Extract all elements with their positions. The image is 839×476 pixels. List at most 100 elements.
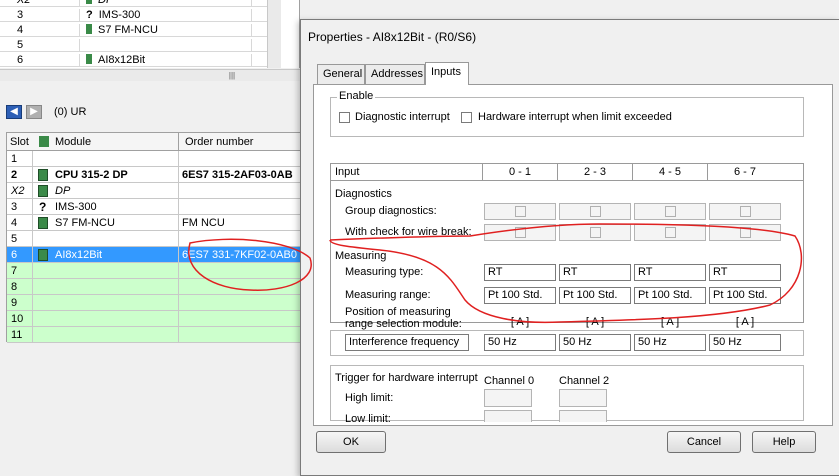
measuring-type-label: Measuring type: [345, 266, 424, 278]
high-limit-ch2-field[interactable] [559, 389, 607, 407]
group-diagnostics-cell [709, 203, 781, 220]
input-parameter-grid: Input 0 - 1 2 - 3 4 - 5 6 - 7 Diagnostic… [330, 163, 804, 330]
dialog-title: Properties - AI8x12Bit - (R0/S6) [308, 30, 477, 44]
channel-header: 6 - 7 [734, 166, 757, 178]
low-limit-ch0-field[interactable] [484, 410, 532, 422]
module-icon [38, 249, 48, 261]
question-icon: ? [39, 200, 47, 214]
inputs-panel: Enable Diagnostic interrupt Hardware int… [313, 84, 833, 426]
table-row[interactable]: X2 DP [7, 183, 303, 199]
list-item[interactable]: 3 ? IMS-300 [0, 9, 280, 22]
range-module-position: [ A ] [510, 316, 530, 328]
tab-addresses[interactable]: Addresses [365, 64, 425, 84]
table-row[interactable]: 8 [7, 279, 303, 295]
rack-label: (0) UR [54, 106, 87, 118]
group-diagnostics-checkbox[interactable] [515, 206, 526, 217]
cancel-button[interactable]: Cancel [667, 431, 741, 453]
measuring-type-field[interactable]: RT [484, 264, 556, 281]
frequency-field[interactable]: 50 Hz [709, 334, 781, 351]
table-row[interactable]: 3 ? IMS-300 [7, 199, 303, 215]
low-limit-ch2-field[interactable] [559, 410, 607, 422]
range-module-position: [ A ] [660, 316, 680, 328]
column-header-order[interactable]: Order number [185, 136, 253, 148]
table-row[interactable]: 5 [7, 231, 303, 247]
table-row-selected[interactable]: 6 AI8x12Bit 6ES7 331-7KF02-0AB0 [7, 247, 303, 263]
high-limit-label: High limit: [345, 392, 394, 404]
diagnostics-label: Diagnostics [335, 188, 392, 200]
hardware-interrupt-label: Hardware interrupt when limit exceeded [478, 111, 672, 123]
wire-break-checkbox[interactable] [665, 227, 676, 238]
module-icon [86, 54, 92, 64]
measuring-type-field[interactable]: RT [709, 264, 781, 281]
grid-header: Input 0 - 1 2 - 3 4 - 5 6 - 7 [331, 164, 803, 181]
group-diagnostics-cell [484, 203, 556, 220]
range-module-position: [ A ] [735, 316, 755, 328]
rack-table-header: Slot Module Order number [7, 133, 303, 151]
list-item[interactable]: X2 DP [0, 0, 280, 7]
table-row[interactable]: 10 [7, 311, 303, 327]
forward-arrow-icon[interactable]: ▶ [26, 105, 42, 119]
group-diagnostics-checkbox[interactable] [740, 206, 751, 217]
table-row[interactable]: 1 [7, 151, 303, 167]
group-diagnostics-checkbox[interactable] [665, 206, 676, 217]
measuring-range-field[interactable]: Pt 100 Std. [634, 287, 706, 304]
hardware-interrupt-checkbox[interactable] [461, 112, 472, 123]
module-icon [39, 136, 49, 147]
diagnostic-interrupt-label: Diagnostic interrupt [355, 111, 450, 123]
diagnostic-interrupt-checkbox[interactable] [339, 112, 350, 123]
module-icon [86, 0, 92, 4]
table-row[interactable]: 4 S7 FM-NCU FM NCU [7, 215, 303, 231]
group-diagnostics-checkbox[interactable] [590, 206, 601, 217]
range-module-position: [ A ] [585, 316, 605, 328]
module-icon [86, 24, 92, 34]
channel-header: 2 - 3 [584, 166, 607, 178]
table-row[interactable]: 11 [7, 327, 303, 343]
wire-break-label: With check for wire break: [345, 226, 472, 238]
frequency-field[interactable]: 50 Hz [559, 334, 631, 351]
frequency-field[interactable]: 50 Hz [634, 334, 706, 351]
channel-header: 0 - 1 [509, 166, 532, 178]
interference-frequency-label: Interference frequency [345, 334, 469, 351]
table-row[interactable]: 2 CPU 315-2 DP 6ES7 315-2AF03-0AB [7, 167, 303, 183]
vertical-scrollbar[interactable] [267, 0, 281, 68]
column-header-module[interactable]: Module [55, 136, 91, 148]
list-item[interactable]: 6 AI8x12Bit [0, 54, 280, 67]
trigger-group: Trigger for hardware interrupt Channel 0… [330, 365, 804, 425]
back-arrow-icon[interactable]: ◀ [6, 105, 22, 119]
wire-break-cell [634, 224, 706, 241]
wire-break-cell [559, 224, 631, 241]
module-icon [38, 169, 48, 181]
tab-inputs[interactable]: Inputs [425, 62, 469, 85]
ok-button[interactable]: OK [316, 431, 386, 453]
table-row[interactable]: 9 [7, 295, 303, 311]
wire-break-cell [484, 224, 556, 241]
measuring-type-field[interactable]: RT [634, 264, 706, 281]
measuring-range-field[interactable]: Pt 100 Std. [709, 287, 781, 304]
channel-header: 4 - 5 [659, 166, 682, 178]
measuring-range-field[interactable]: Pt 100 Std. [484, 287, 556, 304]
measuring-range-field[interactable]: Pt 100 Std. [559, 287, 631, 304]
wire-break-checkbox[interactable] [740, 227, 751, 238]
group-diagnostics-label: Group diagnostics: [345, 205, 437, 217]
high-limit-ch0-field[interactable] [484, 389, 532, 407]
list-item[interactable]: 5 [0, 39, 280, 52]
module-icon [38, 185, 48, 197]
frequency-field[interactable]: 50 Hz [484, 334, 556, 351]
horizontal-scrollbar[interactable]: ||| [0, 69, 300, 81]
channel0-label: Channel 0 [484, 375, 535, 387]
enable-group: Enable Diagnostic interrupt Hardware int… [330, 90, 804, 137]
rack-toolbar: ◀ ▶ (0) UR [0, 100, 300, 124]
list-item[interactable]: 4 S7 FM-NCU [0, 24, 280, 37]
tab-general[interactable]: General [317, 64, 365, 84]
wire-break-checkbox[interactable] [515, 227, 526, 238]
measuring-type-field[interactable]: RT [559, 264, 631, 281]
trigger-label: Trigger for hardware interrupt [335, 372, 478, 384]
interference-row: Interference frequency 50 Hz 50 Hz 50 Hz… [330, 330, 804, 356]
table-row[interactable]: 7 [7, 263, 303, 279]
help-button[interactable]: Help [752, 431, 816, 453]
position-label: range selection module: [345, 318, 462, 330]
wire-break-cell [709, 224, 781, 241]
scroll-thumb-icon[interactable]: ||| [225, 71, 239, 81]
wire-break-checkbox[interactable] [590, 227, 601, 238]
column-header-slot[interactable]: Slot [10, 136, 29, 148]
